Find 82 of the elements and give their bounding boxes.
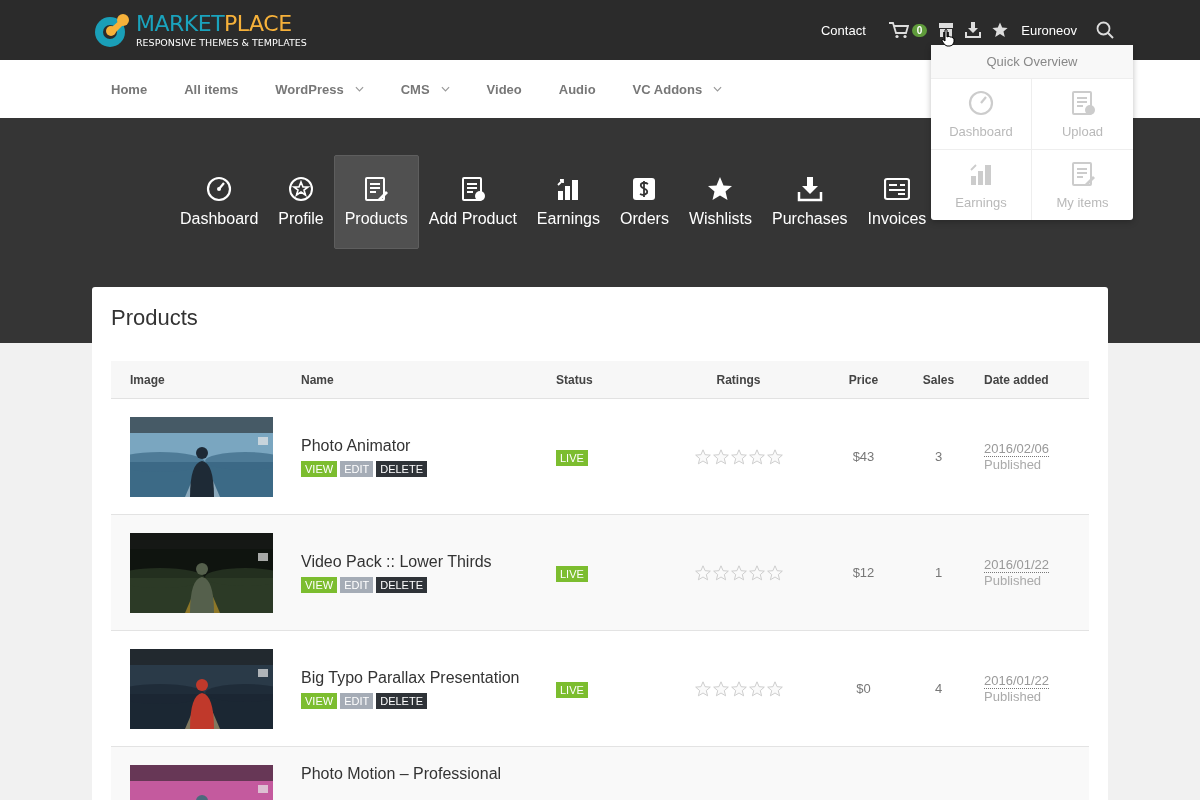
- list-edit-icon: [363, 176, 390, 202]
- action-button[interactable]: DELETE: [376, 460, 427, 477]
- date-added: 2016/02/06: [984, 441, 1050, 457]
- column-header: Ratings: [715, 372, 762, 387]
- dashboard-tab[interactable]: Wishlists: [678, 155, 762, 249]
- rating-star-icon: [748, 680, 765, 697]
- sales-count: 1: [934, 565, 943, 580]
- badge-icon: [287, 176, 314, 202]
- column-header: Price: [847, 372, 880, 387]
- nav-link[interactable]: WordPress: [275, 81, 364, 97]
- rating-star-icon: [748, 448, 765, 465]
- popup-title: Quick Overview: [931, 45, 1133, 79]
- list-edit-icon: [1069, 160, 1096, 187]
- action-button[interactable]: DELETE: [376, 576, 427, 593]
- nav-link[interactable]: Home: [111, 81, 148, 97]
- date-added: 2016/01/22: [984, 557, 1050, 573]
- publish-state: Published: [984, 573, 1042, 588]
- column-header: Image: [129, 372, 166, 387]
- star-icon[interactable]: [992, 22, 1009, 38]
- rating-star-icon: [694, 564, 711, 581]
- price: $12: [852, 565, 875, 580]
- dashboard-tab[interactable]: Profile: [268, 155, 334, 249]
- column-header: Sales: [921, 372, 956, 387]
- rating-star-icon: [712, 564, 729, 581]
- invoice-icon: [883, 176, 910, 202]
- nav-link[interactable]: Audio: [558, 81, 596, 97]
- column-header: Status: [556, 372, 594, 387]
- gauge-icon: [206, 176, 233, 202]
- product-name[interactable]: Photo Motion – Professional: [301, 765, 556, 783]
- rating-star-icon: [766, 680, 783, 697]
- column-header: Name: [301, 372, 335, 387]
- contact-link[interactable]: Contact: [820, 22, 866, 38]
- pointer-cursor-icon: [941, 29, 956, 47]
- rating-star-icon: [712, 680, 729, 697]
- status-tag: LIVE: [556, 681, 588, 698]
- page-title: Products: [111, 304, 199, 332]
- dashboard-tab[interactable]: Earnings: [526, 155, 610, 249]
- dollar-icon: [631, 176, 658, 202]
- star-icon: [707, 176, 734, 202]
- cart-count: 0: [911, 23, 928, 37]
- date-added: 2016/01/22: [984, 673, 1050, 689]
- product-name[interactable]: Big Typo Parallax Presentation: [301, 668, 556, 687]
- sales-count: 4: [934, 681, 943, 696]
- price: $0: [856, 681, 871, 696]
- rating-star-icon: [766, 448, 783, 465]
- rating-star-icon: [730, 564, 747, 581]
- rating-star-icon: [712, 448, 729, 465]
- rating-star-icon: [730, 448, 747, 465]
- download-icon: [796, 176, 823, 202]
- user-link[interactable]: Euroneov: [1021, 22, 1077, 38]
- price: $43: [852, 449, 875, 464]
- dashboard-tab[interactable]: Purchases: [762, 155, 858, 249]
- status-tag: LIVE: [556, 449, 588, 466]
- rating-star-icon: [730, 680, 747, 697]
- nav-link[interactable]: CMS: [400, 81, 450, 97]
- list-add-icon: [1069, 89, 1096, 116]
- rating-star-icon: [694, 448, 711, 465]
- download-icon[interactable]: [965, 22, 982, 38]
- nav-link[interactable]: All items: [184, 81, 239, 97]
- cart-icon[interactable]: [888, 21, 909, 39]
- rating-star-icon: [748, 564, 765, 581]
- dashboard-tab[interactable]: Add Product: [418, 155, 527, 249]
- logo-wordmark: MARKETPLACE: [136, 12, 293, 36]
- dashboard-tab[interactable]: Dashboard: [170, 155, 269, 249]
- logo-tagline: RESPONSIVE THEMES & TEMPLATES: [136, 37, 307, 48]
- sales-count: 3: [934, 449, 943, 464]
- rating-star-icon: [694, 680, 711, 697]
- publish-state: Published: [984, 689, 1042, 704]
- publish-state: Published: [984, 457, 1042, 472]
- product-name[interactable]: Video Pack :: Lower Thirds: [301, 552, 556, 571]
- search-icon[interactable]: [1096, 21, 1114, 39]
- nav-link[interactable]: VC Addons: [632, 81, 723, 97]
- rating-star-icon: [766, 564, 783, 581]
- list-add-icon: [459, 176, 486, 202]
- gauge-icon: [968, 89, 994, 116]
- product-name[interactable]: Photo Animator: [301, 436, 556, 455]
- dashboard-tab[interactable]: Products: [333, 155, 419, 249]
- dashboard-tab[interactable]: Orders: [610, 155, 679, 249]
- status-tag: LIVE: [556, 565, 588, 582]
- nav-link[interactable]: Video: [486, 81, 522, 97]
- column-header: Date added: [983, 372, 1050, 387]
- action-button[interactable]: DELETE: [376, 692, 427, 709]
